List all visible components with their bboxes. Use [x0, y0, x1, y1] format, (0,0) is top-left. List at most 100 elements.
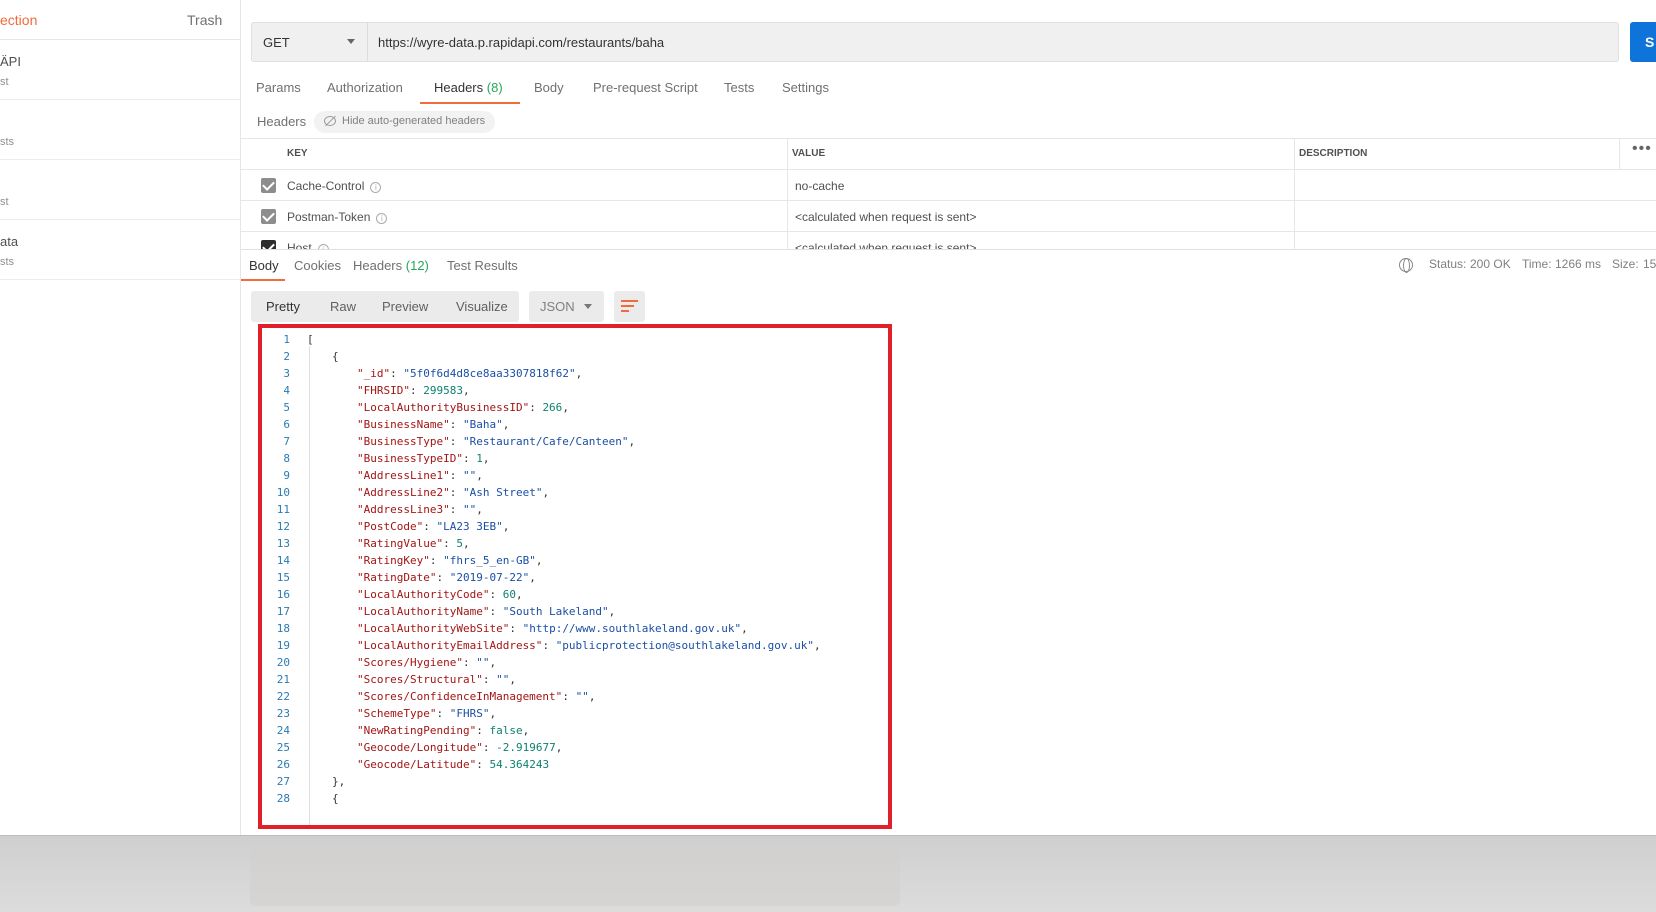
response-tab-headers[interactable]: Headers (12)	[353, 258, 429, 273]
line-number: 3	[283, 367, 290, 380]
code-text: "PostCode": "LA23 3EB",	[357, 520, 510, 533]
method-label: GET	[263, 35, 290, 50]
row-checkbox[interactable]	[261, 240, 276, 249]
header-key-text: Host	[287, 241, 312, 249]
collection-item[interactable]: ata sts	[0, 220, 240, 280]
tab-tests[interactable]: Tests	[724, 80, 754, 95]
blurred-reflection	[250, 846, 900, 906]
header-key-text: Postman-Token	[287, 210, 371, 224]
response-body-editor[interactable]: 1 [2 {3 "_id": "5f0f6d4d8ce8aa3307818f62", 4…	[258, 324, 892, 829]
line-number: 28	[276, 792, 290, 805]
active-tab-indicator	[420, 102, 520, 104]
tab-headers[interactable]: Headers (8)	[434, 80, 503, 95]
line-number: 12	[276, 520, 290, 533]
globe-icon[interactable]	[1399, 258, 1413, 273]
send-button[interactable]: S	[1630, 22, 1656, 62]
response-tab-body[interactable]: Body	[249, 258, 279, 273]
info-icon[interactable]: i	[370, 182, 382, 193]
size-value[interactable]: 15	[1643, 257, 1656, 271]
column-key: KEY	[287, 148, 308, 159]
header-key[interactable]: Hosti	[287, 241, 329, 249]
line-number: 17	[276, 605, 290, 618]
line-number: 19	[276, 639, 290, 652]
wrap-lines-button[interactable]	[614, 291, 645, 322]
line-number: 15	[276, 571, 290, 584]
collection-item[interactable]: sts	[0, 100, 240, 160]
line-number: 4	[283, 384, 290, 397]
collection-name: ata	[0, 234, 19, 249]
tab-headers-count: (8)	[486, 80, 503, 95]
code-text: "NewRatingPending": false,	[357, 724, 530, 737]
more-options-icon[interactable]: •••	[1632, 140, 1652, 158]
line-number: 11	[276, 503, 290, 516]
tab-trash[interactable]: Trash	[187, 12, 222, 28]
response-tab-test-results[interactable]: Test Results	[447, 258, 518, 273]
line-number: 25	[276, 741, 290, 754]
status-value[interactable]: 200 OK	[1470, 257, 1511, 271]
tab-authorization[interactable]: Authorization	[327, 80, 403, 95]
tab-prerequest-script[interactable]: Pre-request Script	[593, 80, 698, 95]
code-text: "Scores/ConfidenceInManagement": "",	[357, 690, 596, 703]
line-number: 18	[276, 622, 290, 635]
url-input[interactable]: https://wyre-data.p.rapidapi.com/restaur…	[378, 35, 664, 50]
line-number: 10	[276, 486, 290, 499]
tab-params[interactable]: Params	[256, 80, 301, 95]
row-checkbox[interactable]	[261, 209, 276, 224]
header-value[interactable]: <calculated when request is sent>	[795, 210, 976, 224]
header-key[interactable]: Cache-Control i	[287, 179, 382, 193]
view-pretty[interactable]: Pretty	[266, 299, 300, 314]
wrap-lines-icon	[621, 300, 638, 312]
code-text: "AddressLine2": "Ash Street",	[357, 486, 550, 499]
time-value[interactable]: 1266 ms	[1555, 257, 1601, 271]
size-label: Size:	[1612, 257, 1639, 271]
code-text: "LocalAuthorityWebSite": "http://www.sou…	[357, 622, 748, 635]
collection-item[interactable]: st	[0, 160, 240, 220]
response-tab-cookies[interactable]: Cookies	[294, 258, 341, 273]
column-divider	[1294, 138, 1295, 249]
request-bar: GET https://wyre-data.p.rapidapi.com/res…	[251, 22, 1619, 62]
code-text: },	[332, 775, 346, 788]
format-select[interactable]: JSON	[529, 291, 604, 322]
table-header-row: KEY VALUE DESCRIPTION	[241, 138, 1656, 169]
code-text: "BusinessType": "Restaurant/Cafe/Canteen…	[357, 435, 636, 448]
view-preview[interactable]: Preview	[382, 299, 428, 314]
hide-auto-headers-button[interactable]: Hide auto-generated headers	[314, 111, 496, 133]
tab-settings[interactable]: Settings	[782, 80, 829, 95]
method-select[interactable]: GET	[252, 23, 368, 61]
code-text: "LocalAuthorityCode": 60,	[357, 588, 523, 601]
collection-item[interactable]: ÄPI st	[0, 40, 240, 100]
line-number: 9	[283, 469, 290, 482]
code-text: "_id": "5f0f6d4d8ce8aa3307818f62",	[357, 367, 583, 380]
code-text: "RatingValue": 5,	[357, 537, 470, 550]
row-checkbox[interactable]	[261, 178, 276, 193]
eye-off-icon	[324, 116, 336, 126]
column-divider	[787, 138, 788, 249]
line-number: 20	[276, 656, 290, 669]
line-number: 16	[276, 588, 290, 601]
tab-body[interactable]: Body	[534, 80, 564, 95]
hide-auto-headers-label: Hide auto-generated headers	[342, 115, 486, 127]
line-number: 27	[276, 775, 290, 788]
body-view-selector: Pretty Raw Preview Visualize	[251, 291, 519, 322]
table-row: Hosti <calculated when request is sent>	[241, 231, 1656, 249]
code-text: {	[332, 350, 339, 363]
sidebar-tabs: ection Trash	[0, 0, 240, 40]
code-text: "FHRSID": 299583,	[357, 384, 470, 397]
view-raw[interactable]: Raw	[330, 299, 356, 314]
header-value[interactable]: no-cache	[795, 179, 844, 193]
tab-collections[interactable]: ection	[0, 12, 37, 28]
header-key[interactable]: Postman-Token i	[287, 210, 388, 224]
info-icon[interactable]: i	[376, 213, 388, 224]
collection-meta: st	[0, 76, 9, 88]
code-text: "RatingDate": "2019-07-22",	[357, 571, 536, 584]
header-value[interactable]: <calculated when request is sent>	[795, 241, 976, 249]
code-text: "AddressLine3": "",	[357, 503, 483, 516]
code-text: "Scores/Hygiene": "",	[357, 656, 497, 669]
code-text: [	[307, 333, 314, 346]
line-number: 1	[283, 333, 290, 346]
table-row: Postman-Token i <calculated when request …	[241, 200, 1656, 231]
code-text: "BusinessTypeID": 1,	[357, 452, 490, 465]
view-visualize[interactable]: Visualize	[456, 299, 508, 314]
code-text: "Scores/Structural": "",	[357, 673, 516, 686]
column-value: VALUE	[792, 148, 826, 159]
